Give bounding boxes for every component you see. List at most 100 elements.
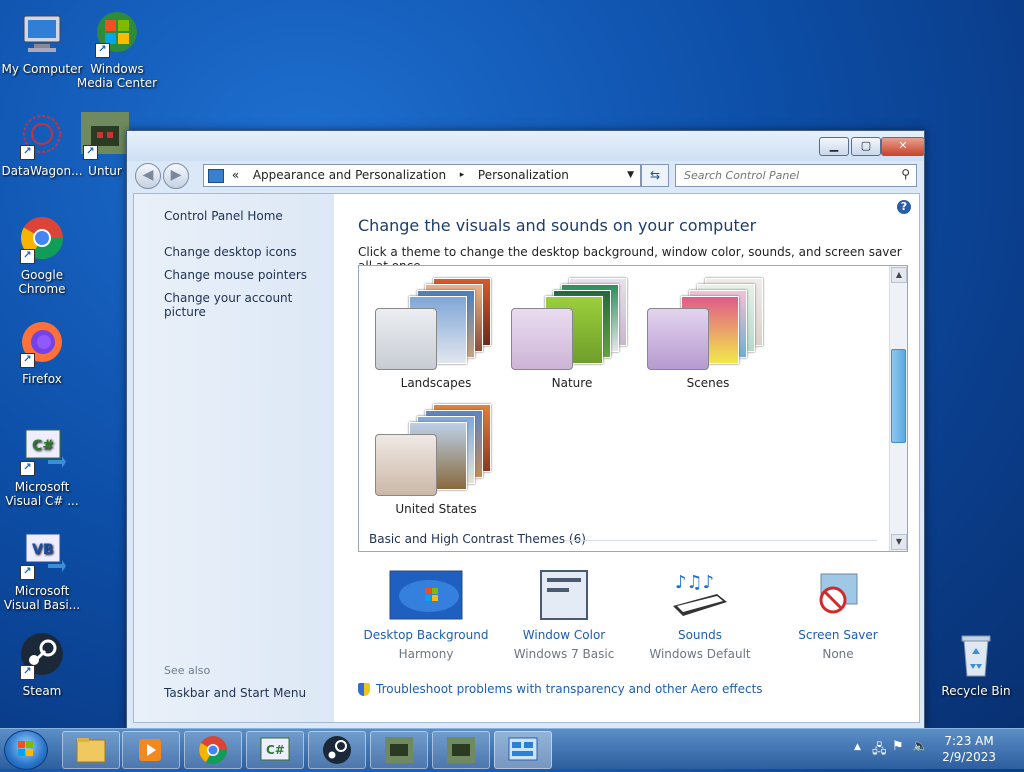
action-center-icon[interactable]: ⚑	[892, 739, 904, 754]
taskbar-control-panel[interactable]	[494, 731, 552, 769]
minimize-button[interactable]: ▁	[819, 137, 849, 156]
desktop-icon-visual-basic[interactable]: VB ↗ Microsoft Visual Basi...	[0, 532, 84, 612]
maximize-button[interactable]: ▢	[851, 137, 881, 156]
shortcut-arrow-icon: ↗	[20, 565, 35, 580]
forward-button[interactable]: ▶	[163, 163, 189, 189]
nature-color-preview	[511, 308, 573, 370]
troubleshoot-link-text[interactable]: Troubleshoot problems with transparency …	[376, 682, 763, 696]
window-color-icon	[527, 570, 601, 620]
breadcrumb-appearance[interactable]: Appearance and Personalization	[253, 168, 446, 182]
datawagon-icon: ↗	[18, 112, 66, 160]
content-area: Control Panel Home Change desktop icons …	[133, 193, 920, 723]
theme-scenes[interactable]: Scenes	[643, 272, 773, 398]
shortcut-arrow-icon: ↗	[20, 353, 35, 368]
title-bar[interactable]: ▁ ▢ ✕	[127, 131, 925, 161]
desktop-background-value: Harmony	[398, 647, 454, 661]
media-player-icon	[139, 739, 161, 761]
window-color-setting[interactable]: Window Color Windows 7 Basic	[494, 570, 634, 661]
sounds-value: Windows Default	[649, 647, 751, 661]
refresh-button[interactable]: ⇆	[641, 164, 669, 187]
control-panel-icon	[508, 737, 538, 761]
navigation-bar: ◀ ▶ « Appearance and Personalization ▸ P…	[127, 161, 924, 191]
section-divider	[565, 540, 877, 541]
desktop-icon-recycle-bin[interactable]: Recycle Bin	[934, 632, 1018, 698]
desktop-icon-media-center[interactable]: ↗ Windows Media Center	[75, 10, 159, 90]
clock[interactable]: 7:23 AM 2/9/2023	[942, 733, 996, 765]
network-icon[interactable]: 🖧	[872, 740, 887, 762]
screen-saver-setting[interactable]: Screen Saver None	[768, 570, 908, 661]
theme-label: Landscapes	[400, 376, 472, 390]
recycle-bin-icon	[952, 632, 1000, 680]
show-hidden-icons-icon[interactable]: ▲	[854, 742, 861, 752]
theme-landscapes[interactable]: Landscapes	[371, 272, 501, 398]
sounds-icon: ♪♫♪	[663, 570, 737, 620]
desktop-icon-firefox[interactable]: ↗ Firefox	[0, 320, 84, 386]
desktop-icon-steam[interactable]: ↗ Steam	[0, 632, 84, 698]
breadcrumb-prefix[interactable]: «	[232, 168, 239, 182]
desktop-background-setting[interactable]: Desktop Background Harmony	[356, 570, 496, 661]
back-button[interactable]: ◀	[135, 163, 161, 189]
theme-united-states[interactable]: United States	[371, 398, 501, 524]
help-icon[interactable]: ?	[897, 200, 911, 214]
unturned-icon	[447, 737, 475, 763]
address-bar[interactable]: « Appearance and Personalization ▸ Perso…	[203, 164, 641, 187]
change-mouse-pointers-link[interactable]: Change mouse pointers	[164, 268, 307, 282]
firefox-icon: ↗	[18, 320, 66, 368]
scrollbar-thumb[interactable]	[891, 349, 906, 443]
change-account-picture-link[interactable]: Change your account picture	[164, 291, 334, 319]
unturned-icon	[385, 737, 413, 763]
desktop-icon-label: Steam	[22, 684, 62, 698]
sounds-setting[interactable]: ♪♫♪ Sounds Windows Default	[630, 570, 770, 661]
search-input[interactable]	[682, 165, 896, 186]
desktop-icon-visual-csharp[interactable]: C# ↗ Microsoft Visual C# ...	[0, 428, 84, 508]
desktop-icon-chrome[interactable]: ↗ Google Chrome	[0, 216, 84, 296]
desktop-background-title[interactable]: Desktop Background	[356, 628, 496, 642]
taskbar-start-menu-link[interactable]: Taskbar and Start Menu	[164, 686, 306, 700]
screen-saver-title[interactable]: Screen Saver	[768, 628, 908, 642]
svg-text:♪♫♪: ♪♫♪	[675, 572, 714, 593]
basic-high-contrast-header[interactable]: Basic and High Contrast Themes (6)	[369, 532, 586, 546]
desktop-icon-label: Firefox	[22, 372, 62, 386]
breadcrumb-separator-icon[interactable]: ▸	[460, 170, 465, 180]
theme-list-scrollbar[interactable]: ▲ ▼	[889, 266, 907, 551]
shortcut-arrow-icon: ↗	[95, 43, 110, 58]
start-button[interactable]	[4, 730, 48, 770]
desktop-icon-my-computer[interactable]: My Computer	[0, 10, 84, 76]
scroll-down-icon[interactable]: ▼	[891, 534, 907, 550]
control-panel-home-link[interactable]: Control Panel Home	[164, 209, 283, 223]
change-desktop-icons-link[interactable]: Change desktop icons	[164, 245, 297, 259]
theme-label: United States	[395, 502, 477, 516]
taskbar-chrome[interactable]	[184, 731, 242, 769]
personalization-window: ▁ ▢ ✕ ◀ ▶ « Appearance and Personalizati…	[126, 130, 925, 729]
volume-icon[interactable]: 🔈	[912, 739, 928, 754]
taskbar-media-player[interactable]	[122, 731, 180, 769]
taskbar-unturned-2[interactable]	[432, 731, 490, 769]
breadcrumb-personalization[interactable]: Personalization	[478, 168, 569, 182]
steam-icon: ↗	[18, 632, 66, 680]
theme-list: Landscapes Nature Scenes United States B…	[358, 265, 908, 552]
address-dropdown-icon[interactable]: ▼	[627, 165, 634, 186]
folder-icon	[76, 738, 106, 763]
scroll-up-icon[interactable]: ▲	[891, 267, 907, 283]
theme-nature[interactable]: Nature	[507, 272, 637, 398]
taskbar-visual-csharp[interactable]: C#	[246, 731, 304, 769]
sounds-title[interactable]: Sounds	[630, 628, 770, 642]
clock-time: 7:23 AM	[944, 734, 994, 748]
taskbar-explorer[interactable]	[62, 731, 120, 769]
close-button[interactable]: ✕	[881, 137, 925, 156]
chrome-icon	[199, 736, 227, 764]
taskbar-unturned-1[interactable]	[370, 731, 428, 769]
left-pane: Control Panel Home Change desktop icons …	[134, 194, 334, 722]
shortcut-arrow-icon: ↗	[20, 665, 35, 680]
taskbar-steam[interactable]	[308, 731, 366, 769]
desktop-icon-datawagon[interactable]: ↗ DataWagon...	[0, 112, 84, 178]
search-icon[interactable]: ⚲	[901, 167, 910, 181]
page-title: Change the visuals and sounds on your co…	[358, 216, 757, 235]
desktop-icon-label: Windows Media Center	[76, 62, 158, 90]
desktop-icon-label: Microsoft Visual C# ...	[5, 480, 79, 508]
window-color-title[interactable]: Window Color	[494, 628, 634, 642]
taskbar: C# ▲ 🖧 ⚑ 🔈 7:23 AM 2/9/2023	[0, 728, 1024, 770]
search-box[interactable]: ⚲	[675, 164, 917, 187]
svg-text:C#: C#	[32, 438, 54, 454]
troubleshoot-link[interactable]: Troubleshoot problems with transparency …	[358, 682, 763, 696]
